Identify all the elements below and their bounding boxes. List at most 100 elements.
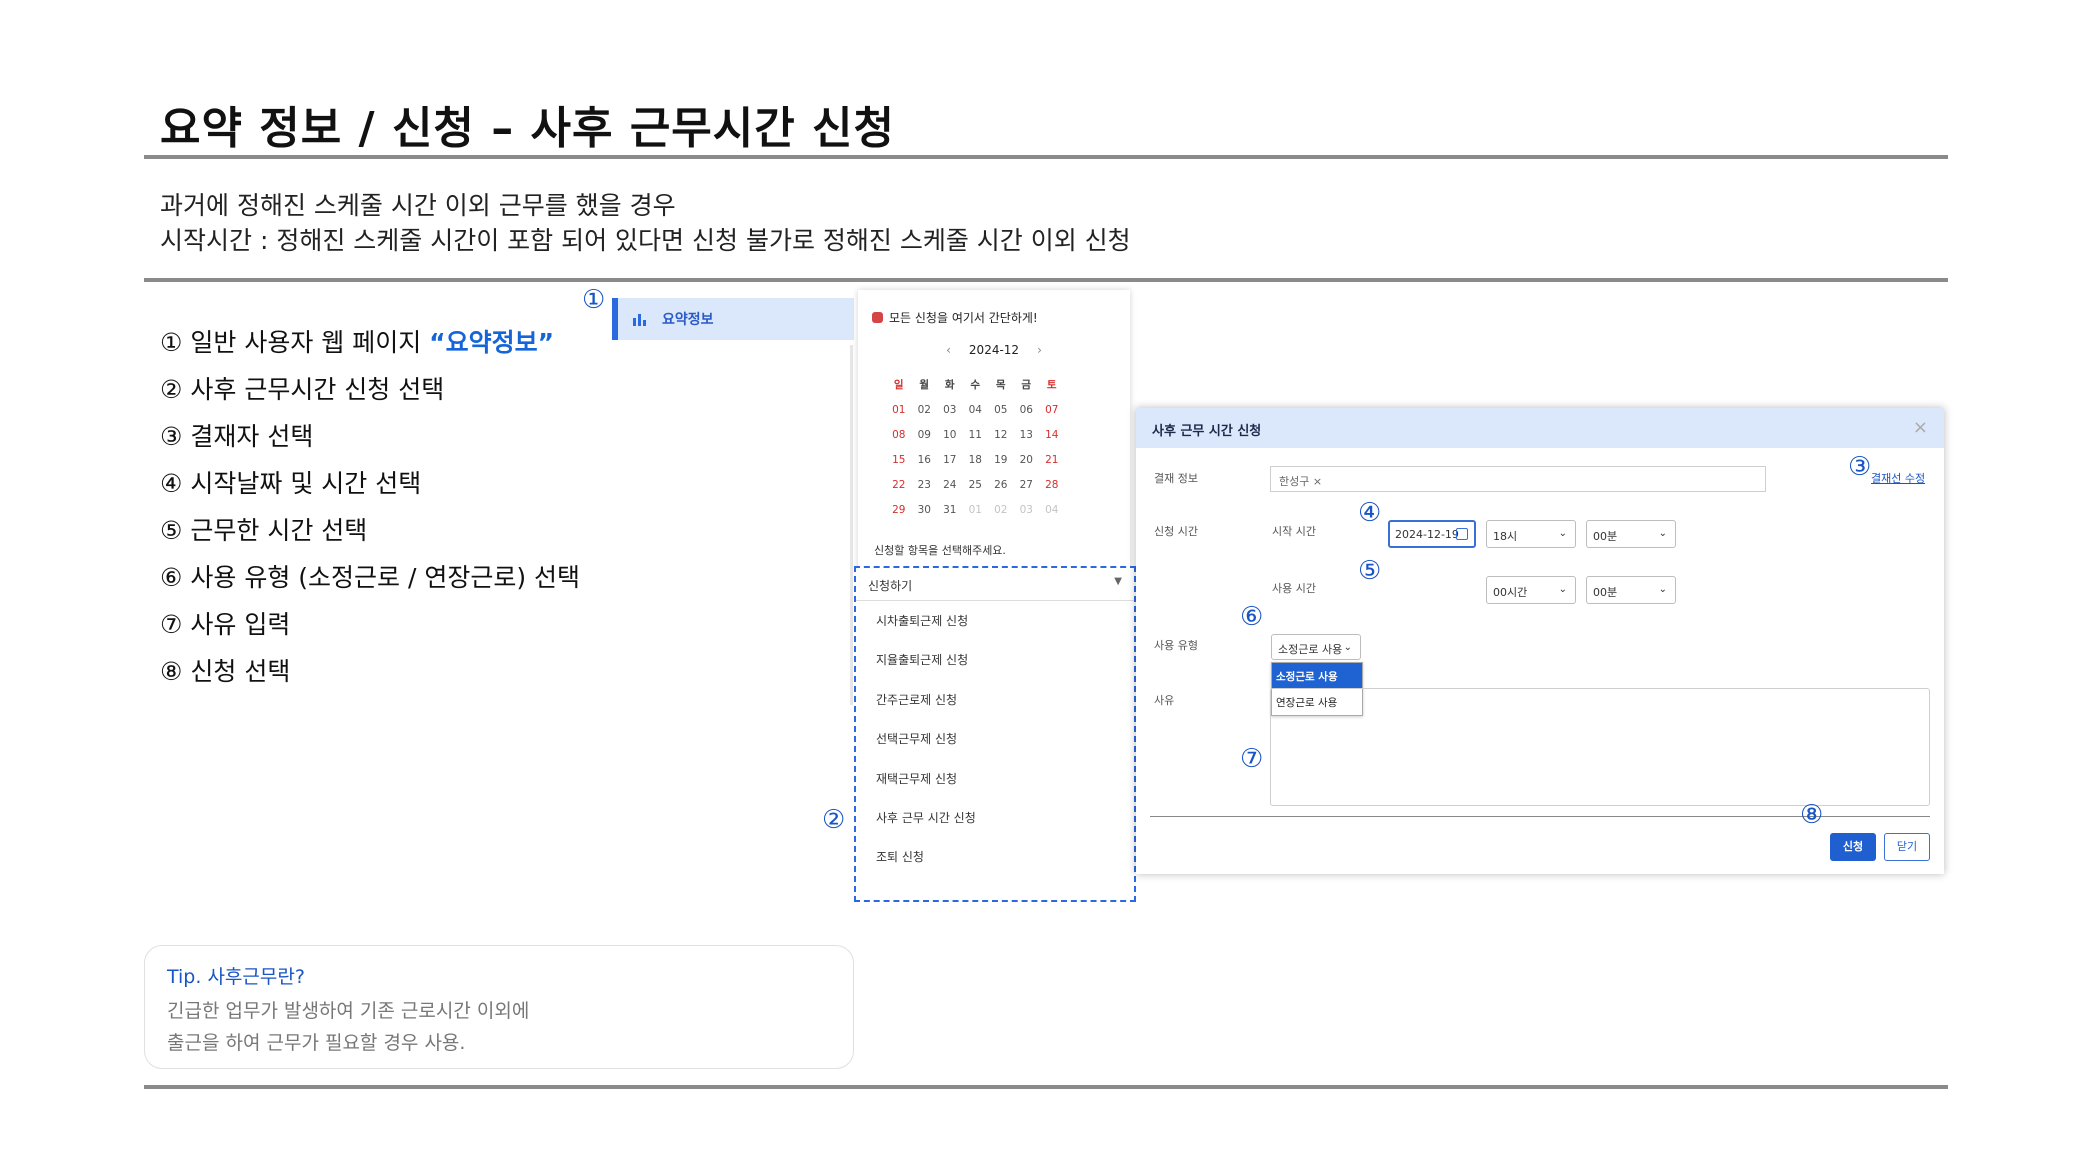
step-5: ⑤ 근무한 시간 선택 (160, 511, 367, 547)
use-hour-select[interactable]: 00시간 ⌄ (1486, 576, 1576, 604)
calendar-day[interactable]: 30 (912, 504, 938, 516)
approval-label: 결재 정보 (1154, 472, 1198, 485)
chevron-left-icon[interactable]: ‹ (946, 343, 951, 357)
menu-item[interactable]: 선택근무제 신청 (856, 719, 1134, 758)
sidebar-item-summary[interactable]: 요약정보 (612, 298, 854, 340)
bar-chart-icon (632, 311, 648, 330)
description-line-1: 과거에 정해진 스케줄 시간 이외 근무를 했을 경우 (160, 191, 676, 220)
start-minute-select[interactable]: 00분 ⌄ (1586, 520, 1676, 548)
calendar-day[interactable]: 08 (886, 429, 912, 441)
calendar-day[interactable]: 26 (988, 479, 1014, 491)
calendar-day[interactable]: 25 (963, 479, 989, 491)
calendar-day[interactable]: 10 (937, 429, 963, 441)
calendar-day[interactable]: 04 (1039, 504, 1065, 516)
chevron-down-icon: ⌄ (1658, 528, 1667, 539)
use-type-value: 소정근로 사용 (1278, 643, 1343, 656)
start-hour-value: 18시 (1493, 530, 1518, 543)
step-text: 결재자 선택 (182, 422, 314, 451)
use-time-label: 사용 시간 (1272, 582, 1316, 595)
calendar-day[interactable]: 16 (912, 454, 938, 466)
use-type-select[interactable]: 소정근로 사용 ⌄ (1271, 634, 1361, 660)
calendar-weekday: 일 (893, 379, 904, 391)
calendar-day[interactable]: 07 (1039, 404, 1065, 416)
step-text: 근무한 시간 선택 (182, 516, 368, 545)
start-hour-select[interactable]: 18시 ⌄ (1486, 520, 1576, 548)
description-divider (144, 278, 1948, 282)
reason-textarea[interactable] (1270, 688, 1930, 806)
calendar-month: 2024-12 (968, 343, 1020, 357)
calendar-weekday: 금 (1021, 379, 1032, 391)
step-number: ⑧ (160, 657, 183, 686)
calendar-day[interactable]: 02 (912, 404, 938, 416)
calendar-day[interactable]: 09 (912, 429, 938, 441)
step-text: 시작날짜 및 시간 선택 (182, 469, 422, 498)
description-line-2: 시작시간 : 정해진 스케줄 시간이 포함 되어 있다면 신청 불가로 정해진 … (160, 226, 1131, 255)
chevron-right-icon[interactable]: › (1037, 343, 1042, 357)
menu-item[interactable]: 지율출퇴근제 신청 (856, 640, 1134, 679)
start-date-input[interactable]: 2024-12-19 (1388, 520, 1476, 548)
calendar-day[interactable]: 23 (912, 479, 938, 491)
approver-field[interactable]: 한성구 × (1270, 466, 1766, 492)
use-type-option-regular[interactable]: 소정근로 사용 (1272, 663, 1362, 689)
menu-item[interactable]: 시차출퇴근제 신청 (856, 601, 1134, 640)
calendar-header: 모든 신청을 여기서 간단하게! (872, 309, 1038, 326)
calendar-day[interactable]: 15 (886, 454, 912, 466)
calendar-day[interactable]: 05 (988, 404, 1014, 416)
calendar-day[interactable]: 13 (1014, 429, 1040, 441)
calendar-day[interactable]: 04 (963, 404, 989, 416)
calendar-day[interactable]: 11 (963, 429, 989, 441)
marker-1: ① (582, 285, 606, 315)
request-select[interactable]: 신청하기 ▼ (856, 568, 1134, 601)
use-minute-select[interactable]: 00분 ⌄ (1586, 576, 1676, 604)
calendar-day[interactable]: 28 (1039, 479, 1065, 491)
calendar-day[interactable]: 29 (886, 504, 912, 516)
calendar-day[interactable]: 03 (1014, 504, 1040, 516)
close-icon[interactable]: × (1913, 417, 1928, 438)
approver-chip: 한성구 × (1279, 475, 1323, 488)
calendar-day[interactable]: 12 (988, 429, 1014, 441)
chevron-down-icon: ⌄ (1658, 584, 1667, 595)
step-highlight: “요약정보” (429, 328, 555, 357)
step-number: ③ (160, 422, 183, 451)
calendar-day[interactable]: 24 (937, 479, 963, 491)
calendar-weekday: 목 (995, 379, 1006, 391)
calendar-day[interactable]: 27 (1014, 479, 1040, 491)
sidebar-item-label: 요약정보 (662, 312, 714, 328)
menu-item[interactable]: 조퇴 신청 (856, 837, 1134, 876)
request-select-value: 신청하기 (868, 579, 913, 593)
calendar-day[interactable]: 01 (963, 504, 989, 516)
marker-2: ② (822, 805, 846, 835)
calendar-day[interactable]: 20 (1014, 454, 1040, 466)
calendar-day[interactable]: 14 (1039, 429, 1065, 441)
step-number: ② (160, 375, 183, 404)
tip-box: Tip. 사후근무란? 긴급한 업무가 발생하여 기존 근로시간 이외에 출근을… (144, 945, 854, 1069)
calendar-panel: 모든 신청을 여기서 간단하게! ‹ 2024-12 › 일 월 화 수 목 금 토 01 02 03… (858, 290, 1130, 570)
step-text: 사후 근무시간 신청 선택 (182, 375, 445, 404)
calendar-day[interactable]: 01 (886, 404, 912, 416)
calendar-day[interactable]: 31 (937, 504, 963, 516)
calendar-grid: 일 월 화 수 목 금 토 01 02 03 04 05 06 07 08 09 10 11 12 13 14 15 16 1… (886, 372, 1065, 522)
calendar-day[interactable]: 03 (937, 404, 963, 416)
close-button[interactable]: 닫기 (1884, 833, 1930, 861)
menu-item-post-work[interactable]: 사후 근무 시간 신청 (856, 798, 1134, 837)
edit-approval-line-link[interactable]: 결재선 수정 (1871, 470, 1925, 486)
calendar-day[interactable]: 02 (988, 504, 1014, 516)
calendar-day[interactable]: 19 (988, 454, 1014, 466)
calendar-day[interactable]: 17 (937, 454, 963, 466)
calendar-day[interactable]: 22 (886, 479, 912, 491)
calendar-weekday-row: 일월화수목금토 (886, 372, 1065, 397)
menu-item[interactable]: 재택근무제 신청 (856, 759, 1134, 798)
modal-title: 사후 근무 시간 신청 (1152, 424, 1262, 439)
calendar-day[interactable]: 18 (963, 454, 989, 466)
calendar-nav: ‹ 2024-12 › (858, 343, 1130, 357)
use-type-label: 사용 유형 (1154, 639, 1198, 652)
calendar-weekday: 월 (919, 379, 930, 391)
request-menu: 시차출퇴근제 신청 지율출퇴근제 신청 간주근로제 신청 선택근무제 신청 재택… (856, 601, 1134, 877)
calendar-day[interactable]: 21 (1039, 454, 1065, 466)
calendar-week-row: 08 09 10 11 12 13 14 (886, 422, 1065, 447)
calendar-day[interactable]: 06 (1014, 404, 1040, 416)
step-text: 사유 입력 (182, 610, 291, 639)
menu-item[interactable]: 간주근로제 신청 (856, 680, 1134, 719)
step-number: ④ (160, 469, 183, 498)
submit-button[interactable]: 신청 (1830, 833, 1876, 861)
